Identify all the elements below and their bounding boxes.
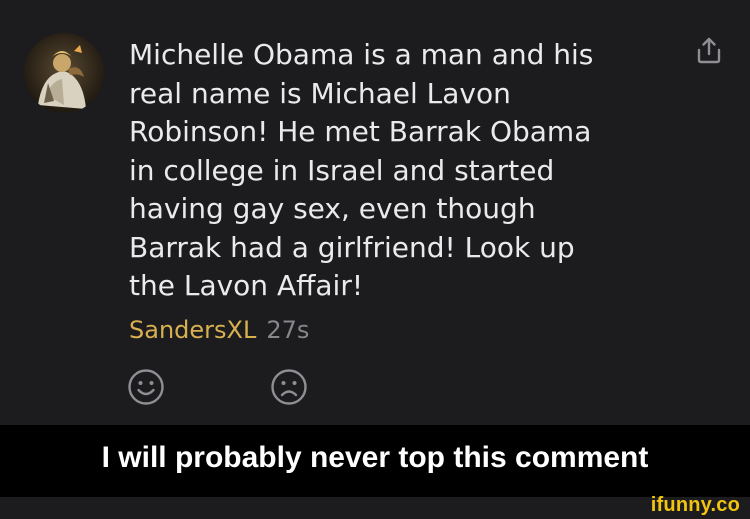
caption-bar: I will probably never top this comment <box>0 425 750 497</box>
smile-icon <box>128 369 164 405</box>
ifunny-watermark: ifunny.co <box>650 494 740 516</box>
frown-icon <box>271 369 307 405</box>
caption-text: I will probably never top this comment <box>101 441 649 474</box>
smile-reaction-button[interactable] <box>127 368 165 406</box>
user-avatar[interactable] <box>24 33 104 113</box>
comment-card: Michelle Obama is a man and his real nam… <box>0 0 750 425</box>
frown-reaction-button[interactable] <box>270 368 308 406</box>
footer-strip <box>0 497 750 519</box>
comment-meta: SandersXL 27s <box>129 314 309 346</box>
share-button[interactable] <box>696 36 722 64</box>
avatar-photo-icon <box>24 33 104 113</box>
username-link[interactable]: SandersXL <box>129 316 256 344</box>
share-icon <box>697 37 721 64</box>
comment-text: Michelle Obama is a man and his real nam… <box>129 38 594 302</box>
timestamp: 27s <box>266 316 310 344</box>
meme-screenshot: Michelle Obama is a man and his real nam… <box>0 0 750 519</box>
